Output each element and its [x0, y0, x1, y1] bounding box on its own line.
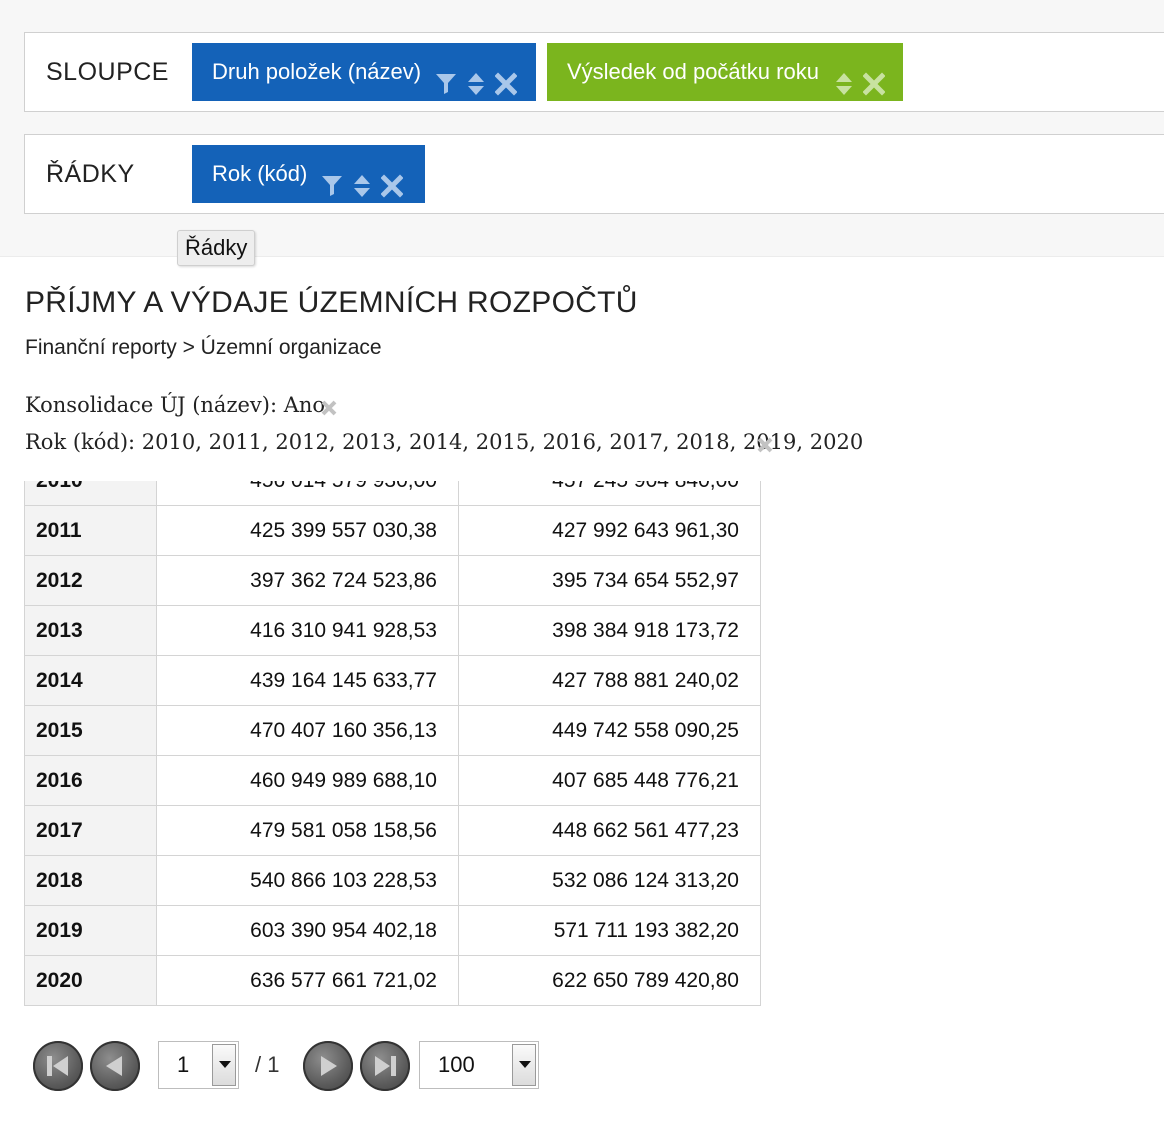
row-header-year: 2019 [24, 905, 157, 956]
page-title: PŘÍJMY A VÝDAJE ÚZEMNÍCH ROZPOČTŮ [25, 286, 638, 319]
table-cell: 425 399 557 030,38 [156, 505, 459, 556]
table-cell: 571 711 193 382,20 [458, 905, 761, 956]
last-page-icon [375, 1056, 396, 1076]
chip-label: Výsledek od počátku roku [567, 59, 819, 84]
table-row: 2010456 014 579 930,00457 245 904 840,00 [24, 481, 761, 506]
next-page-button[interactable] [303, 1041, 353, 1091]
rows-tooltip: Řádky [177, 230, 256, 266]
table-cell: 603 390 954 402,18 [156, 905, 459, 956]
pivot-config-area: SLOUPCE Druh položek (název) Výsledek od… [0, 0, 1164, 257]
sort-icon[interactable] [465, 60, 487, 95]
table-cell: 448 662 561 477,23 [458, 805, 761, 856]
pager: 1 / 1 100 [33, 1041, 553, 1093]
table-cell: 532 086 124 313,20 [458, 855, 761, 906]
prev-page-icon [106, 1056, 122, 1076]
filter-icon[interactable] [435, 60, 457, 94]
sort-icon[interactable] [833, 60, 855, 95]
first-page-icon [47, 1056, 68, 1076]
table-cell: 427 992 643 961,30 [458, 505, 761, 556]
chip-vysledek[interactable]: Výsledek od počátku roku [547, 43, 903, 101]
table-row: 2015 470 407 160 356,13 449 742 558 090,25 [24, 705, 761, 756]
rows-drop-zone[interactable]: ŘÁDKY Rok (kód) [24, 134, 1164, 214]
columns-drop-zone[interactable]: SLOUPCE Druh položek (název) Výsledek od… [24, 32, 1164, 112]
table-row: 2019 603 390 954 402,18 571 711 193 382,20 [24, 905, 761, 956]
table-cell: 398 384 918 173,72 [458, 605, 761, 656]
chevron-down-icon[interactable] [512, 1044, 536, 1086]
remove-icon[interactable] [494, 60, 518, 96]
row-header-year: 2012 [24, 555, 157, 606]
table-cell: 456 014 579 930,00 [156, 481, 459, 506]
row-header-year: 2017 [24, 805, 157, 856]
page-total: / 1 [255, 1052, 280, 1077]
chip-druh-polozek[interactable]: Druh položek (název) [192, 43, 536, 101]
filter-konsolidace: Konsolidace ÚJ (název): Ano [25, 393, 326, 417]
table-row: 2020 636 577 661 721,02 622 650 789 420,80 [24, 955, 761, 1006]
table-cell: 395 734 654 552,97 [458, 555, 761, 606]
remove-filter-icon[interactable] [320, 399, 338, 417]
chevron-down-icon[interactable] [212, 1044, 236, 1086]
rows-zone-label: ŘÁDKY [46, 160, 135, 188]
row-header-year: 2018 [24, 855, 157, 906]
next-page-icon [321, 1056, 337, 1076]
page-size-value: 100 [438, 1052, 475, 1077]
table-row: 2014 439 164 145 633,77 427 788 881 240,02 [24, 655, 761, 706]
table-row: 2018 540 866 103 228,53 532 086 124 313,20 [24, 855, 761, 906]
table-cell: 427 788 881 240,02 [458, 655, 761, 706]
chip-label: Druh položek (název) [212, 59, 422, 84]
pivot-table: 2010456 014 579 930,00457 245 904 840,00… [24, 481, 761, 1006]
table-cell: 460 949 989 688,10 [156, 755, 459, 806]
table-row: 2017 479 581 058 158,56 448 662 561 477,23 [24, 805, 761, 856]
chip-rok[interactable]: Rok (kód) [192, 145, 425, 203]
row-header-year: 2016 [24, 755, 157, 806]
columns-zone-label: SLOUPCE [46, 58, 169, 86]
chip-label: Rok (kód) [212, 161, 308, 186]
row-header-year: 2011 [24, 505, 157, 556]
prev-page-button[interactable] [90, 1041, 140, 1091]
remove-icon[interactable] [380, 162, 404, 198]
remove-icon[interactable] [862, 60, 886, 96]
table-cell: 416 310 941 928,53 [156, 605, 459, 656]
page-size-select[interactable]: 100 [419, 1041, 539, 1089]
table-cell: 407 685 448 776,21 [458, 755, 761, 806]
page-select[interactable]: 1 [158, 1041, 239, 1089]
row-header-year: 2010 [24, 481, 157, 506]
table-cell: 439 164 145 633,77 [156, 655, 459, 706]
first-page-button[interactable] [33, 1041, 83, 1091]
breadcrumb: Finanční reporty > Územní organizace [25, 336, 382, 359]
table-cell: 540 866 103 228,53 [156, 855, 459, 906]
table-row: 2011 425 399 557 030,38 427 992 643 961,30 [24, 505, 761, 556]
table-cell: 457 245 904 840,00 [458, 481, 761, 506]
filter-rok: Rok (kód): 2010, 2011, 2012, 2013, 2014,… [25, 430, 864, 454]
table-cell: 470 407 160 356,13 [156, 705, 459, 756]
row-header-year: 2013 [24, 605, 157, 656]
table-cell: 622 650 789 420,80 [458, 955, 761, 1006]
page-select-value: 1 [177, 1052, 190, 1077]
table-row: 2016 460 949 989 688,10 407 685 448 776,21 [24, 755, 761, 806]
last-page-button[interactable] [360, 1041, 410, 1091]
table-cell: 449 742 558 090,25 [458, 705, 761, 756]
pivot-table-viewport[interactable]: 2010456 014 579 930,00457 245 904 840,00… [24, 481, 761, 1021]
table-row: 2013 416 310 941 928,53 398 384 918 173,72 [24, 605, 761, 656]
row-header-year: 2020 [24, 955, 157, 1006]
filter-icon[interactable] [321, 162, 343, 196]
table-cell: 479 581 058 158,56 [156, 805, 459, 856]
remove-filter-icon[interactable] [756, 436, 774, 454]
table-cell: 397 362 724 523,86 [156, 555, 459, 606]
table-cell: 636 577 661 721,02 [156, 955, 459, 1006]
sort-icon[interactable] [351, 162, 373, 197]
row-header-year: 2015 [24, 705, 157, 756]
table-row: 2012 397 362 724 523,86 395 734 654 552,97 [24, 555, 761, 606]
row-header-year: 2014 [24, 655, 157, 706]
